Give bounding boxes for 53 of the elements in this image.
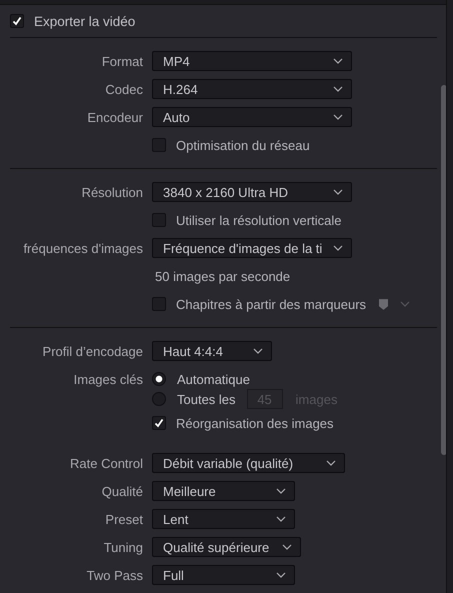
dropdown[interactable]: 3840 x 2160 Ultra HD: [152, 182, 352, 202]
field-label: Rate Control: [70, 456, 143, 470]
checkbox-label: Utiliser la résolution verticale: [176, 212, 342, 228]
field-label: Profil d’encodage: [42, 344, 143, 358]
chevron-down-icon: [333, 245, 343, 251]
field-label: Two Pass: [86, 568, 143, 582]
radio-label: Automatique: [177, 372, 250, 386]
checkmark-icon: [154, 418, 164, 428]
chevron-down-icon: [333, 189, 343, 195]
chevron-down-icon: [276, 488, 286, 494]
checkbox[interactable]: [10, 14, 24, 28]
field-label: Images clés: [74, 372, 143, 386]
field-label: Qualité: [102, 484, 143, 498]
chevron-down-icon: [333, 58, 343, 64]
dropdown[interactable]: Auto: [152, 107, 352, 127]
dropdown[interactable]: Fréquence d'images de la ti: [152, 238, 352, 258]
radio-button[interactable]: [152, 392, 166, 406]
checkbox[interactable]: [152, 297, 166, 311]
checkbox[interactable]: [152, 138, 166, 152]
checkbox[interactable]: [152, 416, 166, 430]
field-label: Tuning: [104, 540, 143, 554]
chevron-down-icon: [276, 516, 286, 522]
field-label: Preset: [105, 512, 143, 526]
dropdown[interactable]: MP4: [152, 51, 352, 71]
dropdown[interactable]: Full: [152, 565, 295, 585]
checkbox[interactable]: [152, 213, 166, 227]
checkmark-icon: [12, 16, 22, 26]
field-label: Codec: [105, 82, 143, 96]
frame-rate-text: 50 images par seconde: [155, 268, 290, 284]
dropdown[interactable]: Haut 4:4:4: [152, 341, 272, 361]
radio-button[interactable]: [152, 372, 166, 386]
chevron-down-icon: [333, 86, 343, 92]
field-label: fréquences d'images: [23, 240, 143, 256]
checkbox-label: Réorganisation des images: [176, 416, 334, 430]
chevron-down-icon: [282, 544, 292, 550]
marker-icon[interactable]: [379, 298, 388, 310]
chevron-down-icon: [253, 348, 263, 354]
chevron-down-icon: [276, 572, 286, 578]
dropdown[interactable]: Meilleure: [152, 481, 295, 501]
chevron-down-icon: [333, 114, 343, 120]
chevron-down-icon: [326, 460, 336, 466]
dropdown[interactable]: Débit variable (qualité): [152, 453, 345, 473]
field-label: Encodeur: [87, 110, 143, 124]
checkbox-label: Chapitres à partir des marqueurs: [176, 296, 366, 312]
chevron-down-icon[interactable]: [400, 301, 410, 307]
radio-label: Toutes les: [177, 392, 236, 406]
dropdown[interactable]: Qualité supérieure: [152, 537, 301, 557]
dropdown[interactable]: Lent: [152, 509, 295, 529]
checkbox-label: Optimisation du réseau: [176, 138, 310, 152]
field-label: Résolution: [82, 184, 143, 200]
checkbox-label: Exporter la vidéo: [34, 14, 136, 28]
field-label: Format: [102, 54, 143, 68]
dropdown[interactable]: H.264: [152, 79, 352, 99]
